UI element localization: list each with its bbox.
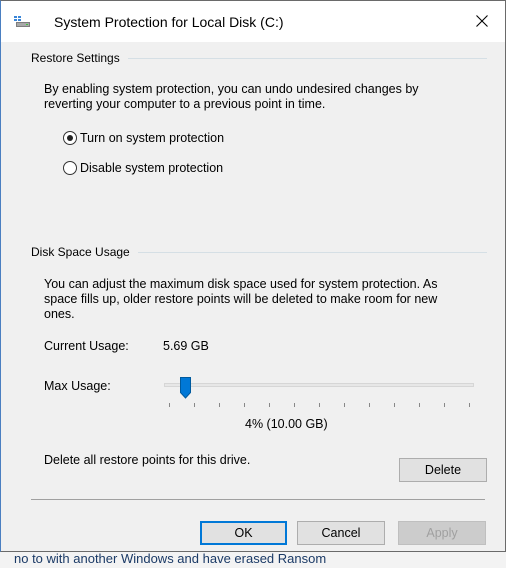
delete-button[interactable]: Delete bbox=[399, 458, 487, 482]
restore-settings-title: Restore Settings bbox=[31, 51, 128, 65]
ok-button[interactable]: OK bbox=[200, 521, 287, 545]
slider-tick bbox=[419, 403, 420, 407]
window-title: System Protection for Local Disk (C:) bbox=[54, 14, 284, 30]
disk-space-description-line2: space fills up, older restore points wil… bbox=[44, 292, 438, 306]
slider-tick bbox=[269, 403, 270, 407]
apply-button[interactable]: Apply bbox=[398, 521, 486, 545]
slider-tick bbox=[469, 403, 470, 407]
slider-tick bbox=[219, 403, 220, 407]
slider-tick bbox=[319, 403, 320, 407]
max-usage-slider-track[interactable] bbox=[164, 383, 474, 387]
background-text: no to with another Windows and have eras… bbox=[14, 551, 327, 566]
radio-disable-label: Disable system protection bbox=[80, 161, 224, 175]
title-bar[interactable]: System Protection for Local Disk (C:) bbox=[1, 1, 505, 42]
delete-restore-points-text: Delete all restore points for this drive… bbox=[44, 453, 251, 467]
radio-button-checked[interactable] bbox=[63, 131, 77, 145]
slider-tick bbox=[369, 403, 370, 407]
radio-disable-protection[interactable]: Disable system protection bbox=[63, 161, 223, 175]
max-usage-label: Max Usage: bbox=[44, 379, 111, 393]
slider-tick bbox=[169, 403, 170, 407]
system-protection-dialog: System Protection for Local Disk (C:) Re… bbox=[0, 0, 506, 552]
disk-space-description-line3: ones. bbox=[44, 307, 75, 321]
disk-space-title: Disk Space Usage bbox=[31, 245, 138, 259]
cancel-button[interactable]: Cancel bbox=[297, 521, 385, 545]
disk-space-description-line1: You can adjust the maximum disk space us… bbox=[44, 277, 438, 291]
radio-button-unchecked[interactable] bbox=[63, 161, 77, 175]
footer-separator bbox=[31, 499, 485, 500]
disk-shield-icon bbox=[13, 14, 31, 28]
radio-turn-on-label: Turn on system protection bbox=[80, 131, 225, 145]
slider-tick bbox=[194, 403, 195, 407]
restore-settings-description-line2: reverting your computer to a previous po… bbox=[44, 97, 326, 111]
max-usage-readout: 4% (10.00 GB) bbox=[245, 417, 328, 431]
restore-settings-description-line1: By enabling system protection, you can u… bbox=[44, 82, 419, 96]
close-button[interactable] bbox=[459, 1, 505, 41]
radio-turn-on-protection[interactable]: Turn on system protection bbox=[63, 131, 224, 145]
slider-tick bbox=[244, 403, 245, 407]
slider-tick bbox=[444, 403, 445, 407]
slider-tick bbox=[344, 403, 345, 407]
slider-tick bbox=[394, 403, 395, 407]
slider-tick bbox=[294, 403, 295, 407]
close-icon bbox=[476, 15, 488, 27]
current-usage-label: Current Usage: bbox=[44, 339, 129, 353]
max-usage-slider-thumb[interactable] bbox=[180, 377, 191, 399]
current-usage-value: 5.69 GB bbox=[163, 339, 209, 353]
